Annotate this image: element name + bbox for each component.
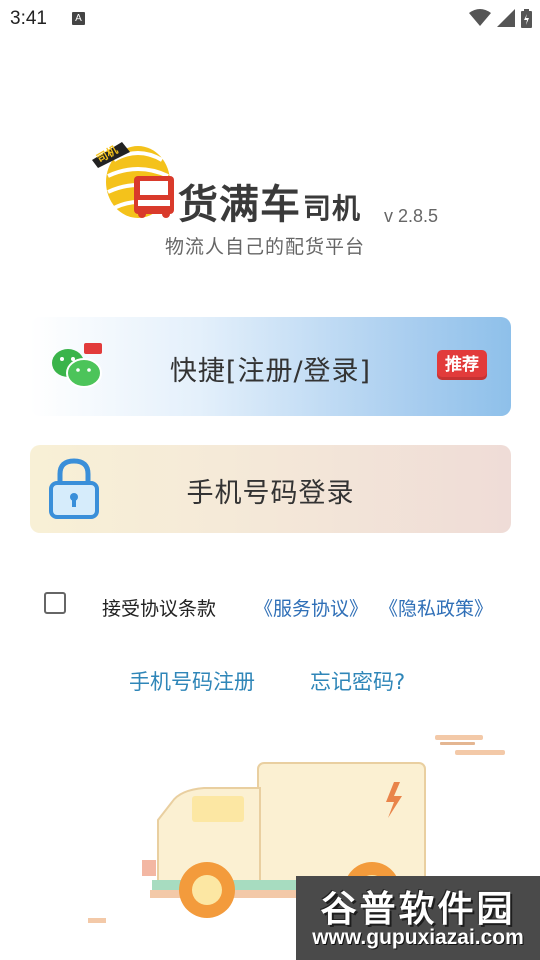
status-time: 3:41 bbox=[10, 8, 47, 29]
agreement-checkbox[interactable] bbox=[44, 592, 66, 614]
agreement-row: 接受协议条款 《服务协议》 《隐私政策》 bbox=[42, 590, 512, 622]
app-version: v 2.8.5 bbox=[384, 206, 439, 226]
service-agreement-link[interactable]: 《服务协议》 bbox=[254, 594, 368, 621]
battery-icon bbox=[521, 8, 532, 28]
watermark: 谷普软件园 www.gupuxiazai.com bbox=[296, 876, 540, 960]
app-slogan: 物流人自己的配货平台 bbox=[165, 236, 366, 258]
agreement-text: 接受协议条款 bbox=[102, 598, 217, 620]
privacy-policy-link[interactable]: 《隐私政策》 bbox=[379, 594, 493, 621]
status-bar: 3:41 A bbox=[0, 0, 540, 38]
app-title-text: 货满车 bbox=[178, 182, 301, 228]
brand-header: 司机 货满车司机 v 2.8.5 物流人自己的配货平台 bbox=[90, 140, 470, 260]
status-icons bbox=[469, 8, 532, 28]
recommend-badge: 推荐 bbox=[437, 350, 487, 380]
watermark-title: 谷普软件园 bbox=[320, 889, 516, 930]
forgot-password-link[interactable]: 忘记密码? bbox=[310, 666, 405, 696]
signal-icon bbox=[497, 9, 515, 27]
phone-register-link[interactable]: 手机号码注册 bbox=[129, 666, 255, 696]
phone-login-button[interactable]: 手机号码登录 bbox=[30, 445, 511, 533]
notification-a-icon: A bbox=[72, 12, 85, 25]
app-title: 货满车司机 bbox=[178, 172, 361, 230]
phone-login-label: 手机号码登录 bbox=[186, 478, 355, 509]
app-role-text: 司机 bbox=[303, 192, 362, 225]
wifi-icon bbox=[469, 9, 491, 26]
watermark-url: www.gupuxiazai.com bbox=[312, 926, 524, 949]
quick-login-button[interactable]: 快捷[注册/登录] 推荐 bbox=[30, 317, 511, 416]
